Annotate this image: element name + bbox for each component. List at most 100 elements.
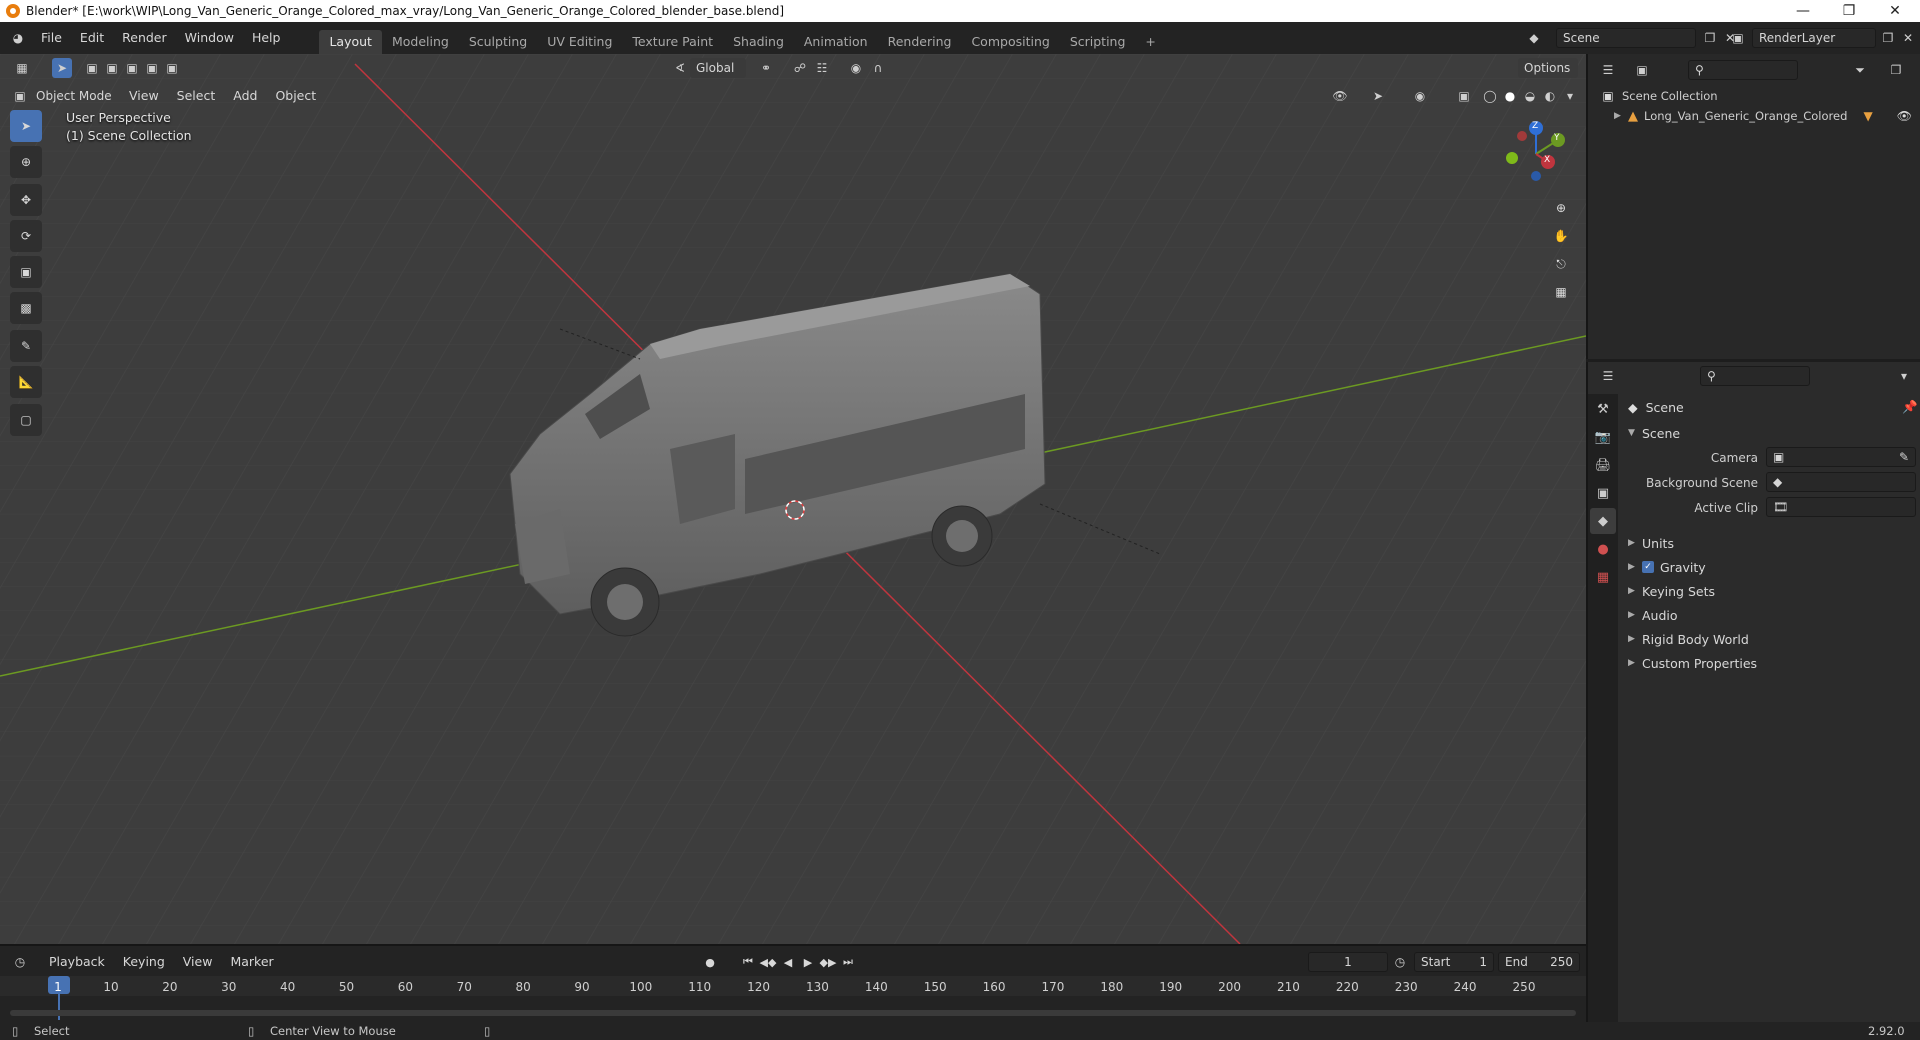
viewport-menu-add[interactable]: Add — [224, 82, 266, 110]
camera-view-icon[interactable]: ⎋ — [1547, 250, 1575, 278]
renderlayer-field[interactable]: RenderLayer — [1752, 28, 1876, 48]
shading-options-icon[interactable]: ▾ — [1560, 86, 1580, 106]
tab-animation[interactable]: Animation — [794, 30, 878, 54]
visibility-icon[interactable]: 👁 — [1330, 86, 1350, 106]
scene-browse-icon[interactable]: ◆ — [1524, 28, 1544, 48]
annotate-tool-icon[interactable]: ✎ — [10, 330, 42, 362]
scale-tool-icon[interactable]: ▣ — [10, 256, 42, 288]
panel-gravity[interactable]: ▶ ✓ Gravity — [1628, 556, 1918, 578]
outliner-search-input[interactable]: ⚲ — [1688, 60, 1798, 80]
overlay-toggle-icon[interactable]: ◉ — [1410, 86, 1430, 106]
ortho-grid-icon[interactable]: ▦ — [1547, 278, 1575, 306]
tab-layout[interactable]: Layout — [319, 30, 382, 54]
remove-renderlayer-icon[interactable]: ✕ — [1898, 28, 1918, 48]
scene-section-header[interactable]: ▼ Scene — [1628, 422, 1918, 444]
panel-rigid-body-world[interactable]: ▶ Rigid Body World — [1628, 628, 1918, 650]
filter-icon[interactable]: ⏷ — [1850, 60, 1870, 80]
play-reverse-icon[interactable]: ◀ — [778, 952, 798, 972]
properties-options-icon[interactable]: ▾ — [1894, 366, 1914, 386]
outliner-item-van[interactable]: ▶ ▲ Long_Van_Generic_Orange_Colored ▼ 👁 — [1614, 106, 1918, 126]
view-layer-tab-icon[interactable]: ▣ — [1590, 480, 1616, 506]
new-collection-icon[interactable]: ❐ — [1886, 60, 1906, 80]
viewport-menu-select[interactable]: Select — [168, 82, 225, 110]
panel-keying-sets[interactable]: ▶ Keying Sets — [1628, 580, 1918, 602]
options-dropdown[interactable]: Options — [1518, 58, 1578, 78]
rotate-tool-icon[interactable]: ⟳ — [10, 220, 42, 252]
cursor-tool-icon[interactable]: ⊕ — [10, 146, 42, 178]
editor-type-icon[interactable]: ▦ — [12, 58, 32, 78]
pin-icon[interactable]: 📌 — [1902, 399, 1918, 415]
output-tab-icon[interactable]: 🖨 — [1590, 452, 1616, 478]
viewport-menu-view[interactable]: View — [120, 82, 168, 110]
falloff-icon[interactable]: ∩ — [868, 58, 888, 78]
timeline-editor-type-icon[interactable]: ◷ — [10, 952, 30, 972]
scene-tab-icon[interactable]: ◆ — [1590, 508, 1616, 534]
eye-visibility-icon[interactable]: 👁 — [1897, 109, 1912, 123]
tab-shading[interactable]: Shading — [723, 30, 794, 54]
jump-end-icon[interactable]: ⏭ — [838, 952, 858, 972]
tool-tab-icon[interactable]: ⚒ — [1590, 396, 1616, 422]
object-mode-icon[interactable]: ▣ — [10, 86, 30, 106]
minimize-icon[interactable]: — — [1780, 0, 1826, 22]
timeline-menu-marker[interactable]: Marker — [221, 948, 282, 976]
close-icon[interactable]: ✕ — [1872, 0, 1918, 22]
expand-arrow-icon[interactable]: ▶ — [1614, 111, 1628, 121]
render-tab-icon[interactable]: 📷 — [1590, 424, 1616, 450]
snap-target-icon[interactable]: ☷ — [812, 58, 832, 78]
material-shading-icon[interactable]: ◒ — [1520, 86, 1540, 106]
display-mode-icon[interactable]: ▣ — [1632, 60, 1652, 80]
tab-texture-paint[interactable]: Texture Paint — [622, 30, 723, 54]
tab-uv-editing[interactable]: UV Editing — [537, 30, 622, 54]
tab-rendering[interactable]: Rendering — [878, 30, 962, 54]
viewport-menu-object[interactable]: Object — [266, 82, 325, 110]
play-icon[interactable]: ▶ — [798, 952, 818, 972]
panel-audio[interactable]: ▶ Audio — [1628, 604, 1918, 626]
end-frame-field[interactable]: End 250 — [1498, 952, 1580, 972]
outliner-editor-type-icon[interactable]: ☰ — [1598, 60, 1618, 80]
rendered-shading-icon[interactable]: ◐ — [1540, 86, 1560, 106]
menu-window[interactable]: Window — [176, 22, 243, 54]
world-tab-icon[interactable]: ● — [1590, 536, 1616, 562]
jump-start-icon[interactable]: ⏮ — [738, 952, 758, 972]
current-frame-field[interactable]: 1 — [1308, 952, 1388, 972]
eyedropper-icon[interactable]: ✎ — [1899, 448, 1909, 466]
add-cube-tool-icon[interactable]: ▢ — [10, 404, 42, 436]
select-box-tool-icon[interactable]: ➤ — [10, 110, 42, 142]
add-workspace-icon[interactable]: + — [1135, 30, 1165, 54]
timeline-scrollbar[interactable] — [10, 1010, 1576, 1016]
new-renderlayer-icon[interactable]: ❐ — [1878, 28, 1898, 48]
tab-scripting[interactable]: Scripting — [1060, 30, 1136, 54]
preview-range-icon[interactable]: ◷ — [1390, 952, 1410, 972]
properties-editor-type-icon[interactable]: ☰ — [1598, 366, 1618, 386]
move-tool-icon[interactable]: ✥ — [10, 184, 42, 216]
background-scene-field[interactable]: ◆ — [1766, 472, 1916, 492]
outliner-root-row[interactable]: ▣ Scene Collection — [1598, 86, 1908, 106]
new-scene-icon[interactable]: ❐ — [1700, 28, 1720, 48]
scene-field[interactable]: Scene — [1556, 28, 1696, 48]
select-mode-invert-icon[interactable]: ▣ — [142, 58, 162, 78]
properties-search-input[interactable]: ⚲ — [1700, 366, 1810, 386]
start-frame-field[interactable]: Start 1 — [1414, 952, 1494, 972]
snap-icon[interactable]: ☍ — [790, 58, 810, 78]
select-mode-intersect-icon[interactable]: ▣ — [162, 58, 182, 78]
renderlayer-icon[interactable]: ▣ — [1728, 28, 1748, 48]
menu-file[interactable]: File — [32, 22, 71, 54]
transform-tool-icon[interactable]: ▩ — [10, 292, 42, 324]
gizmo-toggle-icon[interactable]: ➤ — [1368, 86, 1388, 106]
select-mode-extend-icon[interactable]: ▣ — [102, 58, 122, 78]
transform-orientation-dropdown[interactable]: Global — [690, 58, 746, 78]
timeline-menu-keying[interactable]: Keying — [114, 948, 174, 976]
menu-edit[interactable]: Edit — [71, 22, 113, 54]
mode-dropdown[interactable]: Object Mode — [30, 86, 120, 106]
zoom-icon[interactable]: ⊕ — [1547, 194, 1575, 222]
pan-hand-icon[interactable]: ✋ — [1547, 222, 1575, 250]
tab-modeling[interactable]: Modeling — [382, 30, 459, 54]
menu-render[interactable]: Render — [113, 22, 176, 54]
solid-shading-icon[interactable]: ● — [1500, 86, 1520, 106]
tab-compositing[interactable]: Compositing — [961, 30, 1059, 54]
viewport-canvas[interactable] — [0, 54, 1586, 944]
texture-tab-icon[interactable]: ▦ — [1590, 564, 1616, 590]
wireframe-shading-icon[interactable]: ◯ — [1480, 86, 1500, 106]
timeline-menu-playback[interactable]: Playback — [40, 948, 114, 976]
transform-orientation-icon[interactable]: ∢ — [670, 58, 690, 78]
